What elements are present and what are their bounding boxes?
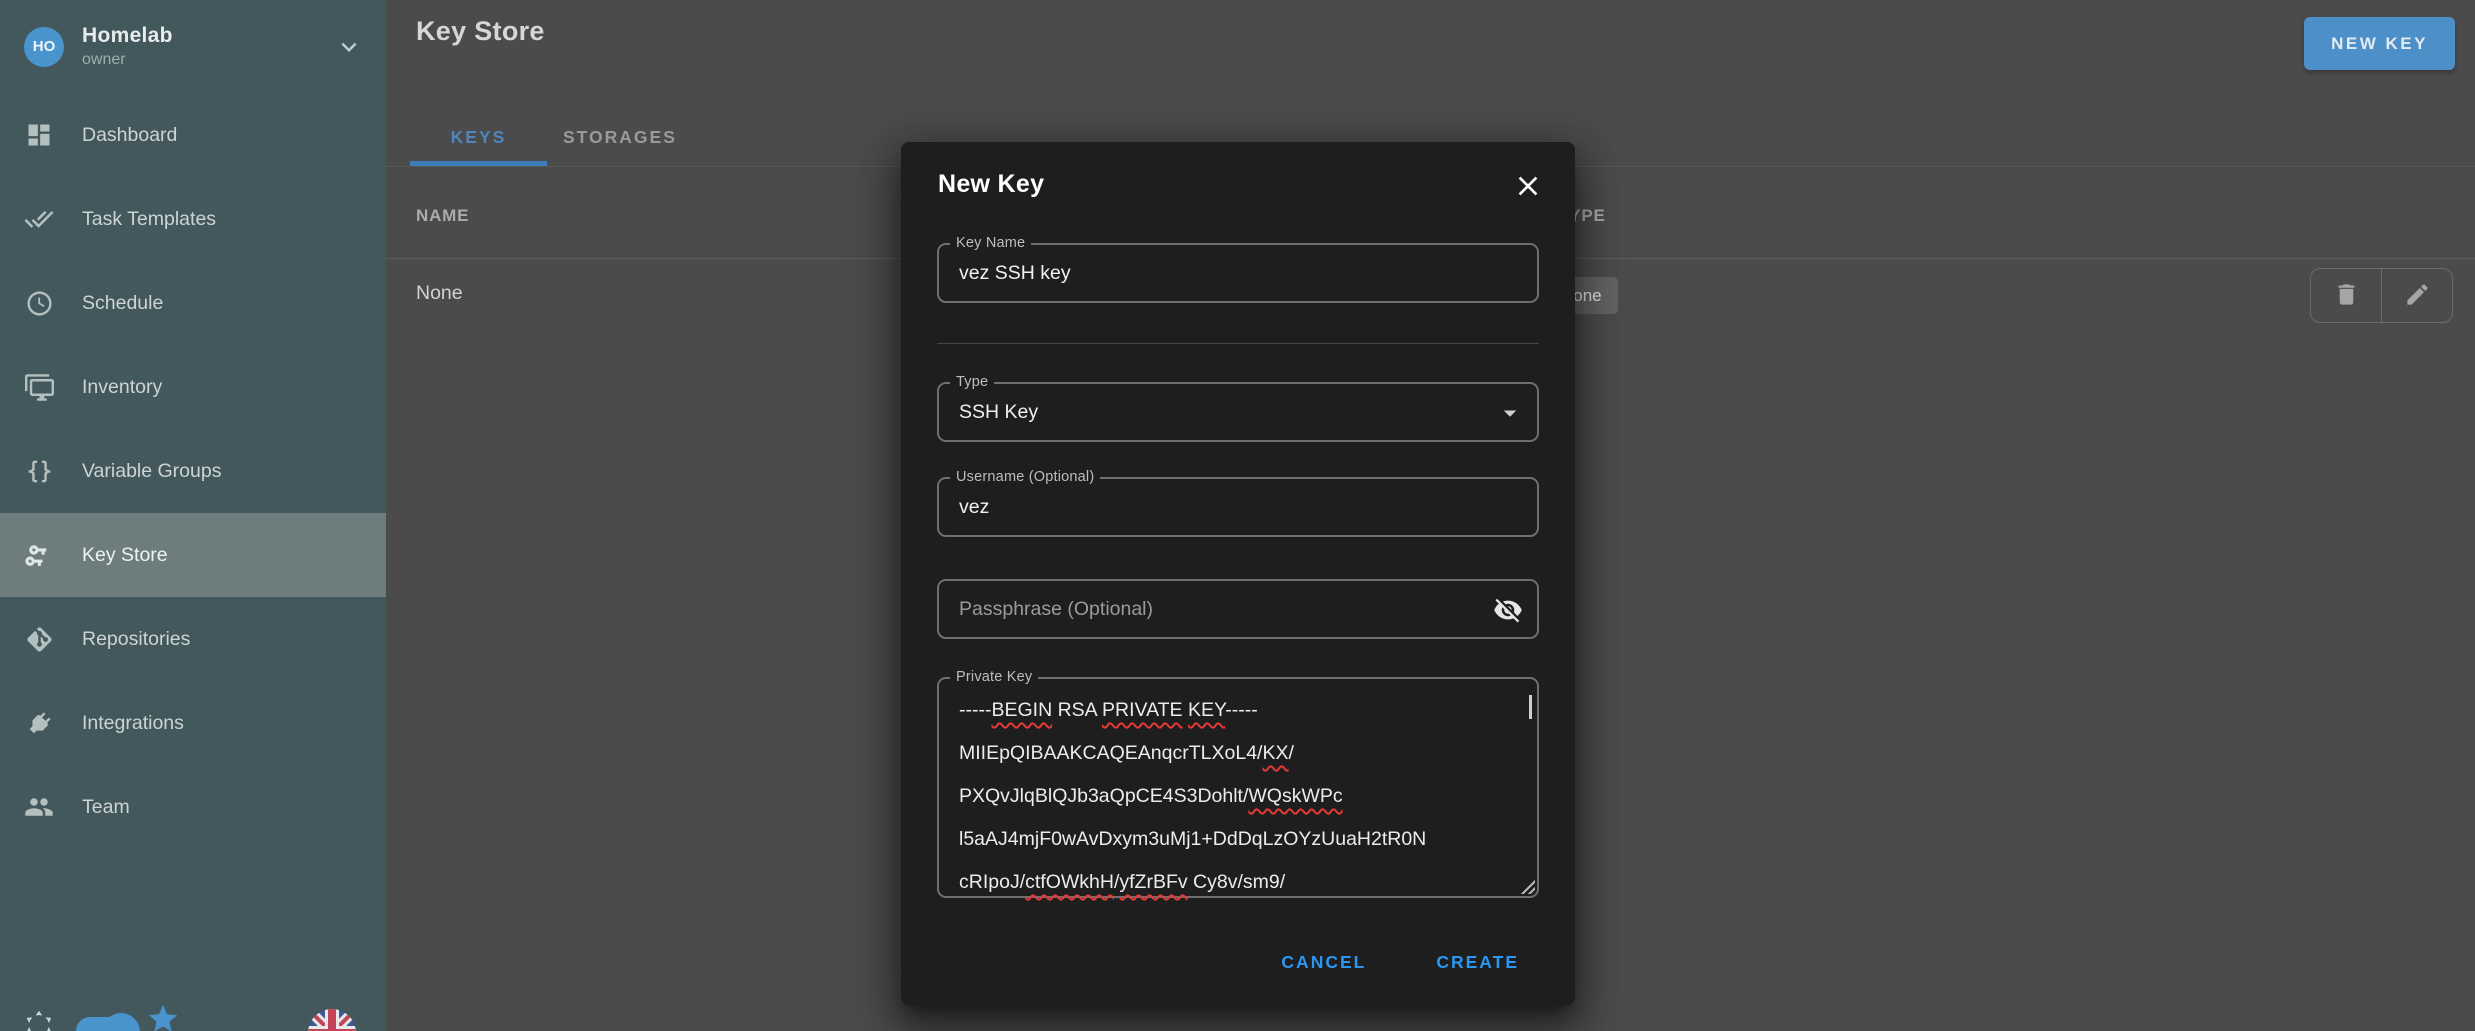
tab-bar: KEYS STORAGES bbox=[410, 108, 693, 166]
sidebar-item-schedule[interactable]: Schedule bbox=[0, 261, 386, 345]
close-icon bbox=[1512, 170, 1544, 205]
sidebar-nav: Dashboard Task Templates Schedule Invent… bbox=[0, 93, 386, 849]
inventory-icon bbox=[24, 372, 54, 402]
language-toggle-knob[interactable] bbox=[102, 1013, 140, 1031]
eye-off-icon bbox=[1493, 595, 1523, 628]
sidebar-item-label: Schedule bbox=[82, 292, 163, 315]
passphrase-field[interactable]: Passphrase (Optional) bbox=[937, 579, 1539, 639]
workspace-switcher[interactable]: HO Homelab owner bbox=[0, 0, 386, 93]
dashboard-icon bbox=[24, 120, 54, 150]
dialog-title: New Key bbox=[938, 170, 1044, 199]
passphrase-placeholder: Passphrase (Optional) bbox=[959, 598, 1153, 621]
sidebar-item-repositories[interactable]: Repositories bbox=[0, 597, 386, 681]
close-button[interactable] bbox=[1509, 168, 1547, 206]
type-value: SSH Key bbox=[959, 401, 1038, 424]
pencil-icon bbox=[2404, 281, 2431, 311]
row-action-group bbox=[2310, 268, 2453, 323]
key-name-field[interactable]: Key Name vez SSH key bbox=[937, 243, 1539, 303]
new-key-dialog: New Key Key Name vez SSH key Type SSH Ke… bbox=[901, 142, 1575, 1005]
sidebar-item-label: Key Store bbox=[82, 544, 168, 567]
page-title: Key Store bbox=[416, 16, 545, 47]
schedule-icon bbox=[24, 288, 54, 318]
repositories-icon bbox=[24, 624, 54, 654]
key-store-icon bbox=[24, 540, 54, 570]
cancel-button[interactable]: CANCEL bbox=[1269, 942, 1378, 983]
column-header-name: NAME bbox=[416, 206, 469, 226]
private-key-content: -----BEGIN RSA PRIVATE KEY-----MIIEpQIBA… bbox=[959, 689, 1517, 904]
form-divider bbox=[937, 343, 1539, 344]
star-icon[interactable] bbox=[146, 1002, 180, 1031]
username-field[interactable]: Username (Optional) vez bbox=[937, 477, 1539, 537]
toggle-visibility-button[interactable] bbox=[1491, 594, 1525, 628]
private-key-label: Private Key bbox=[950, 669, 1038, 685]
menu-down-icon bbox=[1495, 398, 1525, 433]
sidebar-item-integrations[interactable]: Integrations bbox=[0, 681, 386, 765]
edit-button[interactable] bbox=[2381, 269, 2452, 322]
sidebar-item-label: Team bbox=[82, 796, 130, 819]
sidebar-item-key-store[interactable]: Key Store bbox=[0, 513, 386, 597]
team-icon bbox=[24, 792, 54, 822]
workspace-name: Homelab bbox=[82, 24, 173, 48]
dialog-actions: CANCEL CREATE bbox=[1269, 942, 1531, 983]
sidebar-item-label: Variable Groups bbox=[82, 460, 221, 483]
chevron-down-icon[interactable] bbox=[334, 32, 364, 62]
type-label: Type bbox=[950, 374, 994, 390]
type-select[interactable]: Type SSH Key bbox=[937, 382, 1539, 442]
uk-flag-icon[interactable] bbox=[308, 1009, 356, 1031]
sidebar-item-inventory[interactable]: Inventory bbox=[0, 345, 386, 429]
sidebar-item-task-templates[interactable]: Task Templates bbox=[0, 177, 386, 261]
trash-icon bbox=[2333, 281, 2360, 311]
integrations-icon bbox=[24, 708, 54, 738]
sidebar-item-label: Task Templates bbox=[82, 208, 216, 231]
workspace-role: owner bbox=[82, 51, 173, 69]
task-templates-icon bbox=[24, 204, 54, 234]
sidebar-item-variable-groups[interactable]: Variable Groups bbox=[0, 429, 386, 513]
sidebar-item-team[interactable]: Team bbox=[0, 765, 386, 849]
delete-button[interactable] bbox=[2311, 269, 2381, 322]
username-value: vez bbox=[959, 496, 989, 519]
sidebar-item-label: Dashboard bbox=[82, 124, 177, 147]
tab-keys[interactable]: KEYS bbox=[410, 108, 547, 166]
sidebar-item-dashboard[interactable]: Dashboard bbox=[0, 93, 386, 177]
sidebar-item-label: Integrations bbox=[82, 712, 184, 735]
sidebar-footer bbox=[0, 981, 386, 1031]
workspace-info: Homelab owner bbox=[82, 24, 173, 69]
variable-groups-icon bbox=[24, 456, 54, 486]
username-label: Username (Optional) bbox=[950, 469, 1100, 485]
new-key-button[interactable]: NEW KEY bbox=[2304, 17, 2455, 70]
key-name-value: vez SSH key bbox=[959, 262, 1071, 285]
tab-storages[interactable]: STORAGES bbox=[547, 108, 693, 166]
textarea-scrollbar-thumb[interactable] bbox=[1529, 695, 1532, 719]
theme-icon[interactable] bbox=[22, 1008, 56, 1031]
sidebar: HO Homelab owner Dashboard Task Template… bbox=[0, 0, 386, 1031]
key-name-label: Key Name bbox=[950, 235, 1031, 251]
sidebar-item-label: Repositories bbox=[82, 628, 190, 651]
avatar: HO bbox=[24, 27, 64, 67]
sidebar-item-label: Inventory bbox=[82, 376, 162, 399]
app-window: HO Homelab owner Dashboard Task Template… bbox=[0, 0, 2475, 1031]
key-name-cell: None bbox=[416, 282, 463, 305]
resize-handle-icon[interactable] bbox=[1518, 877, 1535, 894]
create-button[interactable]: CREATE bbox=[1424, 942, 1531, 983]
private-key-textarea[interactable]: Private Key -----BEGIN RSA PRIVATE KEY--… bbox=[937, 677, 1539, 898]
